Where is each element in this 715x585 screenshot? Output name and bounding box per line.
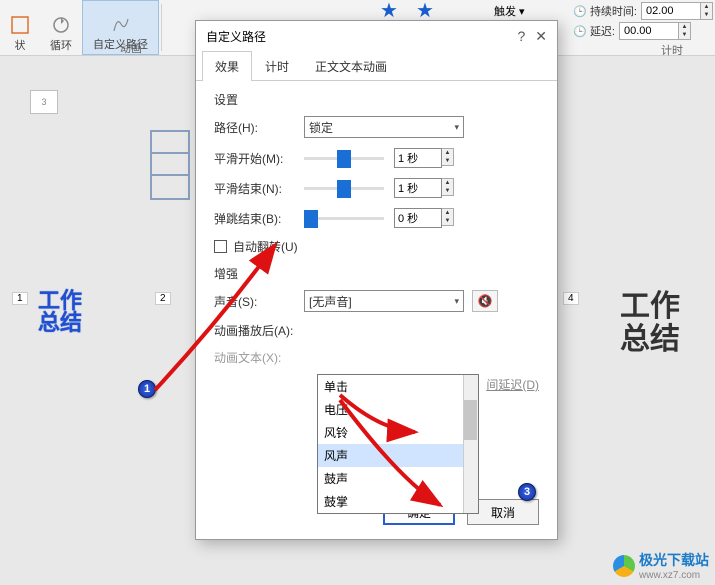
smooth-start-value[interactable] (394, 148, 442, 168)
path-dropdown[interactable]: 锁定 ▾ (304, 116, 464, 138)
spinner[interactable]: ▲▼ (442, 178, 454, 196)
ribbon-group-label: 动画 (120, 40, 142, 56)
sound-dropdown[interactable]: [无声音] ▾ (304, 290, 464, 312)
logo-icon (613, 555, 635, 577)
dialog-tabs: 效果 计时 正文文本动画 (196, 51, 557, 81)
duration-spinners[interactable]: ▲▼ (701, 2, 713, 20)
annotation-callout-3: 3 (518, 483, 536, 501)
dialog-title: 自定义路径 (206, 28, 266, 45)
letter-delay-label: 间延迟(D) (486, 376, 539, 393)
smooth-end-value[interactable] (394, 178, 442, 198)
annotation-callout-1: 1 (138, 380, 156, 398)
sound-label: 声音(S): (214, 293, 304, 310)
chevron-down-icon: ▾ (454, 122, 459, 133)
duration-input[interactable] (641, 2, 701, 20)
help-button[interactable]: ? (517, 28, 525, 45)
ribbon-loop-button[interactable]: 循环 (40, 0, 82, 55)
dialog-titlebar: 自定义路径 ? ✕ (196, 21, 557, 51)
spinner[interactable]: ▲▼ (442, 148, 454, 166)
wordart-line: 工作 (620, 290, 680, 323)
logo-url: www.xz7.com (639, 570, 709, 581)
checkbox-box (214, 240, 227, 253)
chevron-down-icon: ▾ (454, 296, 459, 307)
sound-option[interactable]: 单击 (318, 375, 478, 398)
sound-option[interactable]: 风铃 (318, 421, 478, 444)
ribbon-separator (161, 4, 162, 51)
delay-input[interactable] (619, 22, 679, 40)
slide-thumbnail-3[interactable]: 3 (30, 90, 58, 114)
delay-spinners[interactable]: ▲▼ (679, 22, 691, 40)
clock-icon: 🕒 (573, 25, 587, 38)
ribbon-label: 状 (15, 37, 26, 53)
ribbon-shape-button[interactable]: 状 (0, 0, 40, 55)
slide-number-1: 1 (12, 292, 28, 305)
loop-icon (51, 15, 71, 35)
bounce-label: 弹跳结束(B): (214, 210, 304, 227)
sound-option[interactable]: 鼓声 (318, 467, 478, 490)
tab-effect[interactable]: 效果 (202, 51, 252, 81)
smooth-end-slider[interactable] (304, 187, 384, 190)
ladder-shape (150, 130, 190, 200)
sound-volume-button[interactable]: 🔇 (472, 290, 498, 312)
sound-options-list[interactable]: 单击 电压 风铃 风声 鼓声 鼓掌 (317, 374, 479, 514)
enhance-heading: 增强 (214, 265, 539, 282)
ribbon-label: 循环 (50, 37, 72, 53)
path-value: 锁定 (309, 119, 333, 136)
logo-text: 极光下载站 (639, 550, 709, 570)
wordart-line: 工作 (38, 290, 82, 312)
sound-option[interactable]: 电压 (318, 398, 478, 421)
auto-reverse-checkbox[interactable]: 自动翻转(U) (214, 238, 539, 255)
slide-number-4: 4 (563, 292, 579, 305)
sound-option-selected[interactable]: 风声 (318, 444, 478, 467)
wordart-line: 总结 (620, 323, 680, 356)
auto-reverse-label: 自动翻转(U) (233, 238, 298, 255)
clock-icon: 🕒 (573, 5, 587, 18)
wordart-right: 工作 总结 (620, 290, 680, 356)
close-button[interactable]: ✕ (535, 28, 547, 45)
sound-value: [无声音] (309, 293, 352, 310)
tab-text-anim[interactable]: 正文文本动画 (302, 51, 400, 81)
smooth-start-label: 平滑开始(M): (214, 150, 304, 167)
list-scrollbar[interactable] (463, 375, 478, 513)
scrollbar-thumb[interactable] (464, 400, 477, 440)
trigger-dropdown[interactable]: 触发 ▾ (490, 2, 529, 20)
wordart-left: 工作 总结 (38, 290, 82, 334)
settings-heading: 设置 (214, 91, 539, 108)
shape-icon (10, 15, 30, 35)
tab-timing[interactable]: 计时 (252, 51, 302, 81)
bounce-slider[interactable] (304, 217, 384, 220)
smooth-end-label: 平滑结束(N): (214, 180, 304, 197)
spinner[interactable]: ▲▼ (442, 208, 454, 226)
after-animation-label: 动画播放后(A): (214, 322, 304, 339)
bounce-value[interactable] (394, 208, 442, 228)
speaker-icon: 🔇 (478, 294, 493, 308)
custom-path-icon (111, 14, 131, 34)
path-label: 路径(H): (214, 119, 304, 136)
wordart-line: 总结 (38, 312, 82, 334)
animate-text-label: 动画文本(X): (214, 349, 304, 366)
timing-panel: 🕒 持续时间: ▲▼ 🕒 延迟: ▲▼ 计时 (573, 2, 713, 42)
slide-number-2: 2 (155, 292, 171, 305)
sound-option[interactable]: 鼓掌 (318, 490, 478, 513)
watermark-logo: 极光下载站 www.xz7.com (613, 550, 709, 581)
delay-label: 延迟: (590, 23, 615, 39)
duration-label: 持续时间: (590, 3, 637, 19)
smooth-start-slider[interactable] (304, 157, 384, 160)
